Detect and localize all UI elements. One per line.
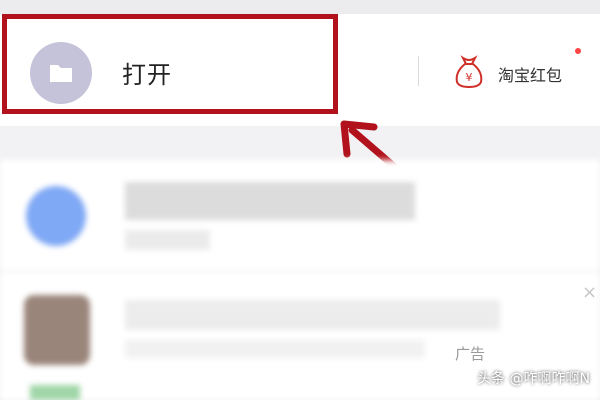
taobao-hongbao-button[interactable]: ¥ 淘宝红包 xyxy=(450,48,580,98)
ad-badge: 广告 xyxy=(455,345,486,363)
notification-dot xyxy=(575,48,581,54)
watermark: 头条 @咋啊咋啊N xyxy=(477,371,590,387)
money-bag-icon: ¥ xyxy=(455,55,483,89)
close-ad-button[interactable]: × xyxy=(582,282,597,303)
blurred-list-area xyxy=(0,160,600,400)
vertical-divider xyxy=(418,56,419,86)
svg-text:¥: ¥ xyxy=(466,71,473,84)
annotation-highlight-box xyxy=(2,14,338,114)
top-strip xyxy=(0,0,600,14)
hongbao-label: 淘宝红包 xyxy=(498,66,563,85)
